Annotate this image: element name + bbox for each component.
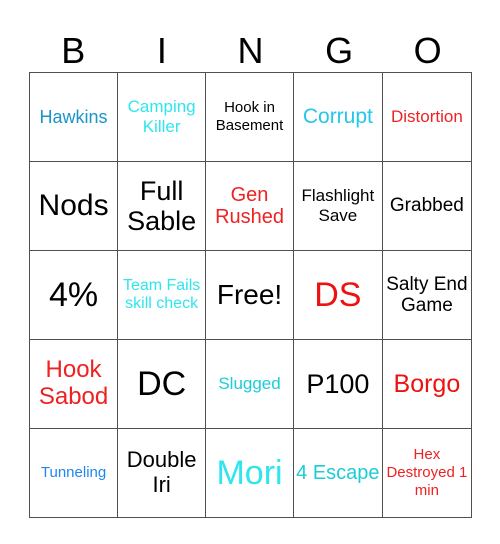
bingo-cell-label: DS — [314, 275, 362, 314]
bingo-cell-label: Team Fails skill check — [122, 277, 201, 312]
bingo-row: Hawkins Camping Killer Hook in Basement Cor… — [28, 72, 473, 162]
bingo-cell[interactable]: Slugged — [205, 339, 294, 429]
bingo-cell[interactable]: P100 — [292, 339, 383, 429]
bingo-cell-label: 4 Escape — [296, 461, 380, 484]
bingo-cell[interactable]: Free! — [205, 250, 294, 340]
bingo-row: Nods Full Sable Gen Rushed Flashlight Save G… — [28, 161, 473, 251]
bingo-cell[interactable]: Flashlight Save — [292, 161, 383, 251]
bingo-cell-label: Hook Sabod — [38, 356, 109, 410]
bingo-cell-label: Grabbed — [389, 195, 464, 217]
bingo-cell[interactable]: Salty End Game — [381, 250, 473, 340]
bingo-cell[interactable]: Corrupt — [292, 72, 383, 162]
bingo-cell[interactable]: Hook in Basement — [205, 72, 294, 162]
bingo-cell-label: Tunneling — [40, 464, 107, 482]
bingo-cell[interactable]: Hex Destroyed 1 min — [381, 428, 473, 518]
bingo-row: Tunneling Double Iri Mori 4 Escape Hex Destr… — [28, 428, 473, 518]
bingo-cell-label: Corrupt — [302, 105, 373, 129]
bingo-grid: Hawkins Camping Killer Hook in Basement Cor… — [28, 72, 473, 518]
bingo-cell-label: Nods — [38, 189, 109, 223]
bingo-cell-label: Gen Rushed — [215, 183, 284, 228]
bingo-cell-label: Slugged — [218, 374, 281, 394]
bingo-cell-label: 4% — [48, 275, 99, 314]
bingo-cell[interactable]: Distortion — [381, 72, 473, 162]
bingo-cell[interactable]: Full Sable — [117, 161, 207, 251]
bingo-cell-label: Full Sable — [127, 175, 197, 236]
bingo-cell[interactable]: 4% — [28, 250, 119, 340]
header-letter-n: N — [237, 30, 264, 71]
bingo-cell-label: DC — [137, 364, 187, 403]
bingo-cell[interactable]: Borgo — [381, 339, 473, 429]
bingo-cell-label: Salty End Game — [386, 273, 468, 316]
header-letter-i: I — [156, 30, 167, 71]
bingo-cell-label: Camping Killer — [127, 97, 196, 136]
bingo-cell[interactable]: DS — [292, 250, 383, 340]
bingo-cell[interactable]: DC — [117, 339, 207, 429]
header-letter-o: O — [413, 30, 442, 71]
bingo-cell-label: Free! — [216, 279, 283, 311]
bingo-cell-label: Borgo — [393, 370, 461, 398]
bingo-cell[interactable]: Nods — [28, 161, 119, 251]
bingo-cell[interactable]: Double Iri — [117, 428, 207, 518]
bingo-cell[interactable]: Tunneling — [28, 428, 119, 518]
bingo-cell[interactable]: Mori — [205, 428, 294, 518]
bingo-row: Hook Sabod DC Slugged P100 Borgo — [28, 339, 473, 429]
header-letter-g: G — [325, 30, 354, 71]
header-letter-b: B — [61, 30, 86, 71]
bingo-cell[interactable]: Gen Rushed — [205, 161, 294, 251]
bingo-cell[interactable]: Camping Killer — [117, 72, 207, 162]
bingo-cell-label: Flashlight Save — [301, 186, 375, 225]
bingo-cell[interactable]: Team Fails skill check — [117, 250, 207, 340]
bingo-cell-label: P100 — [306, 368, 370, 399]
bingo-row: 4% Team Fails skill check Free! DS Salty End… — [28, 250, 473, 340]
bingo-cell-label: Distortion — [390, 107, 463, 127]
bingo-header: B I N G O — [29, 30, 472, 72]
bingo-cell[interactable]: Grabbed — [381, 161, 473, 251]
bingo-cell-label: Hook in Basement — [215, 99, 284, 134]
bingo-cell-label: Hawkins — [39, 106, 108, 127]
bingo-cell-label: Hex Destroyed 1 min — [386, 446, 468, 499]
bingo-cell-label: Mori — [216, 453, 283, 492]
bingo-cell-label: Double Iri — [126, 447, 197, 497]
bingo-cell[interactable]: Hook Sabod — [28, 339, 119, 429]
bingo-cell[interactable]: Hawkins — [28, 72, 119, 162]
bingo-cell[interactable]: 4 Escape — [292, 428, 383, 518]
